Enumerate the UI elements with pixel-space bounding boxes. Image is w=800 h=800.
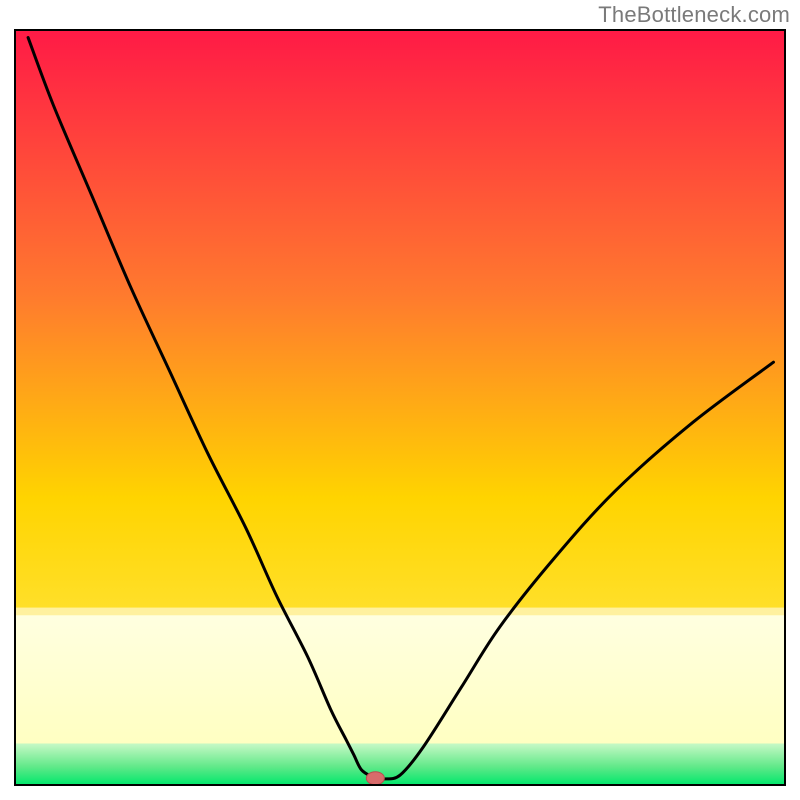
white-band [15,608,785,616]
green-band [15,743,785,785]
pale-yellow-band [15,615,785,743]
optimum-marker [366,772,384,785]
plot-area [15,30,785,785]
bottleneck-chart [0,0,800,800]
chart-container: TheBottleneck.com [0,0,800,800]
